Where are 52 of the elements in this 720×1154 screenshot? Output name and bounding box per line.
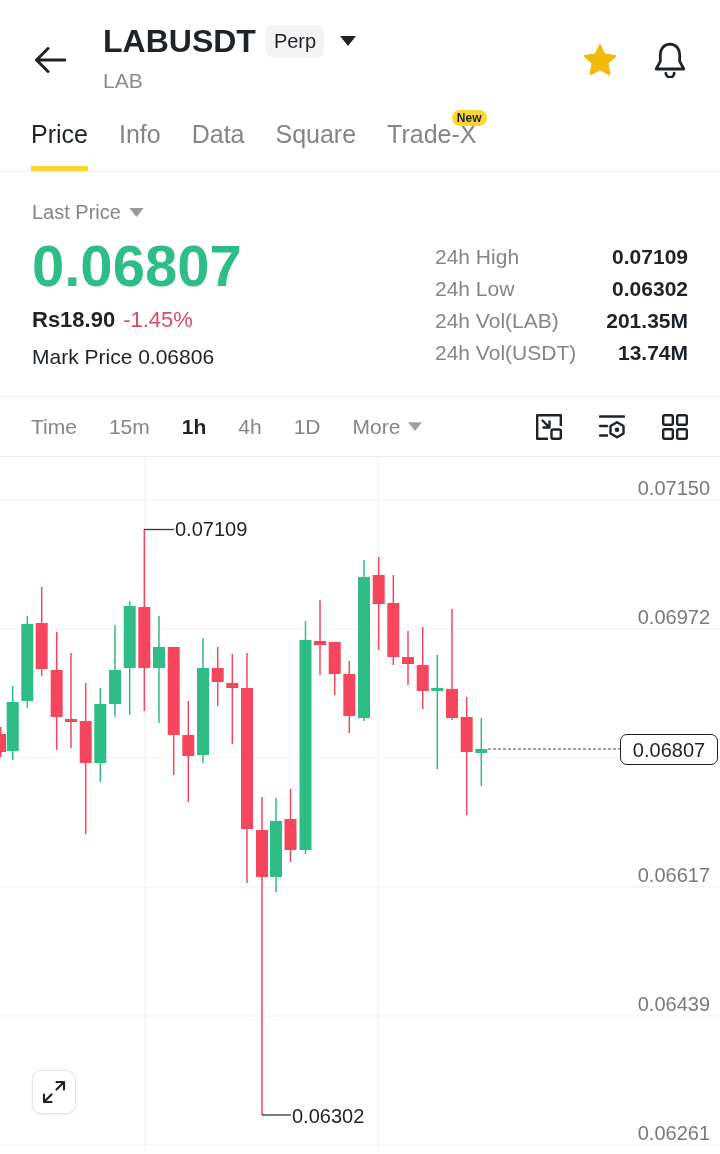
stat-label: 24h Vol(USDT) [435, 340, 577, 367]
interval-option[interactable]: 15m [108, 410, 150, 443]
current-price-tag: 0.06807 [620, 734, 718, 765]
high-leader-line [143, 528, 175, 531]
back-arrow-icon [34, 47, 66, 73]
axis-label: 0.06617 [637, 863, 710, 887]
stat-label: 24h Low [435, 276, 515, 303]
price-type-selector[interactable]: Last Price [32, 199, 242, 225]
stat-value: 0.07109 [612, 244, 688, 271]
axis-label: 0.06439 [637, 992, 710, 1016]
axis-label: 0.07150 [637, 476, 710, 500]
price-change: -1.45% [123, 305, 193, 334]
stat-label: 24h Vol(LAB) [435, 308, 559, 335]
arrow-in-frame-icon [536, 413, 562, 440]
candlestick [475, 717, 488, 787]
stat-value: 13.74M [617, 340, 688, 367]
expand-button[interactable] [32, 1070, 76, 1114]
tab[interactable]: Price [31, 110, 88, 171]
high-price-label: 0.07109 [175, 517, 248, 541]
expand-arrows-icon [42, 1080, 66, 1104]
interval-option[interactable]: 1h [181, 410, 207, 443]
interval-option[interactable]: 1D [293, 410, 321, 443]
fiat-price: Rs18.90 [32, 305, 116, 334]
new-badge: New [451, 110, 487, 126]
stat-value: 201.35M [606, 308, 688, 335]
tab[interactable]: Trade-X New [387, 110, 487, 171]
stat-label: 24h High [435, 244, 520, 271]
tab[interactable]: Square [275, 110, 357, 171]
low-price-label: 0.06302 [292, 1104, 365, 1128]
list-settings-icon [599, 413, 625, 440]
candlestick [328, 641, 341, 696]
axis-label: 0.06972 [637, 605, 710, 629]
caret-down-icon [128, 207, 144, 217]
mark-price: Mark Price 0.06806 [32, 344, 216, 370]
tab[interactable]: Info [118, 110, 161, 171]
caret-down-icon [408, 422, 423, 431]
interval-option[interactable]: 4h [238, 410, 262, 443]
axis-label: 0.06261 [637, 1121, 710, 1145]
low-leader-line [261, 1114, 292, 1116]
grid-icon [662, 413, 688, 440]
interval-option[interactable]: Time [31, 410, 77, 443]
last-price: 0.06807 [32, 237, 242, 295]
bell-icon [653, 42, 687, 78]
candlestick [211, 646, 224, 707]
tab[interactable]: Data [191, 110, 245, 171]
caret-down-icon [340, 36, 357, 46]
more-intervals-dropdown[interactable]: More [352, 410, 423, 443]
base-asset-label: LAB [103, 68, 144, 94]
symbol-title: LABUSDT [103, 22, 256, 60]
contract-type-badge: Perp [265, 25, 325, 57]
candlestick [402, 630, 414, 686]
stat-value: 0.06302 [612, 276, 688, 303]
